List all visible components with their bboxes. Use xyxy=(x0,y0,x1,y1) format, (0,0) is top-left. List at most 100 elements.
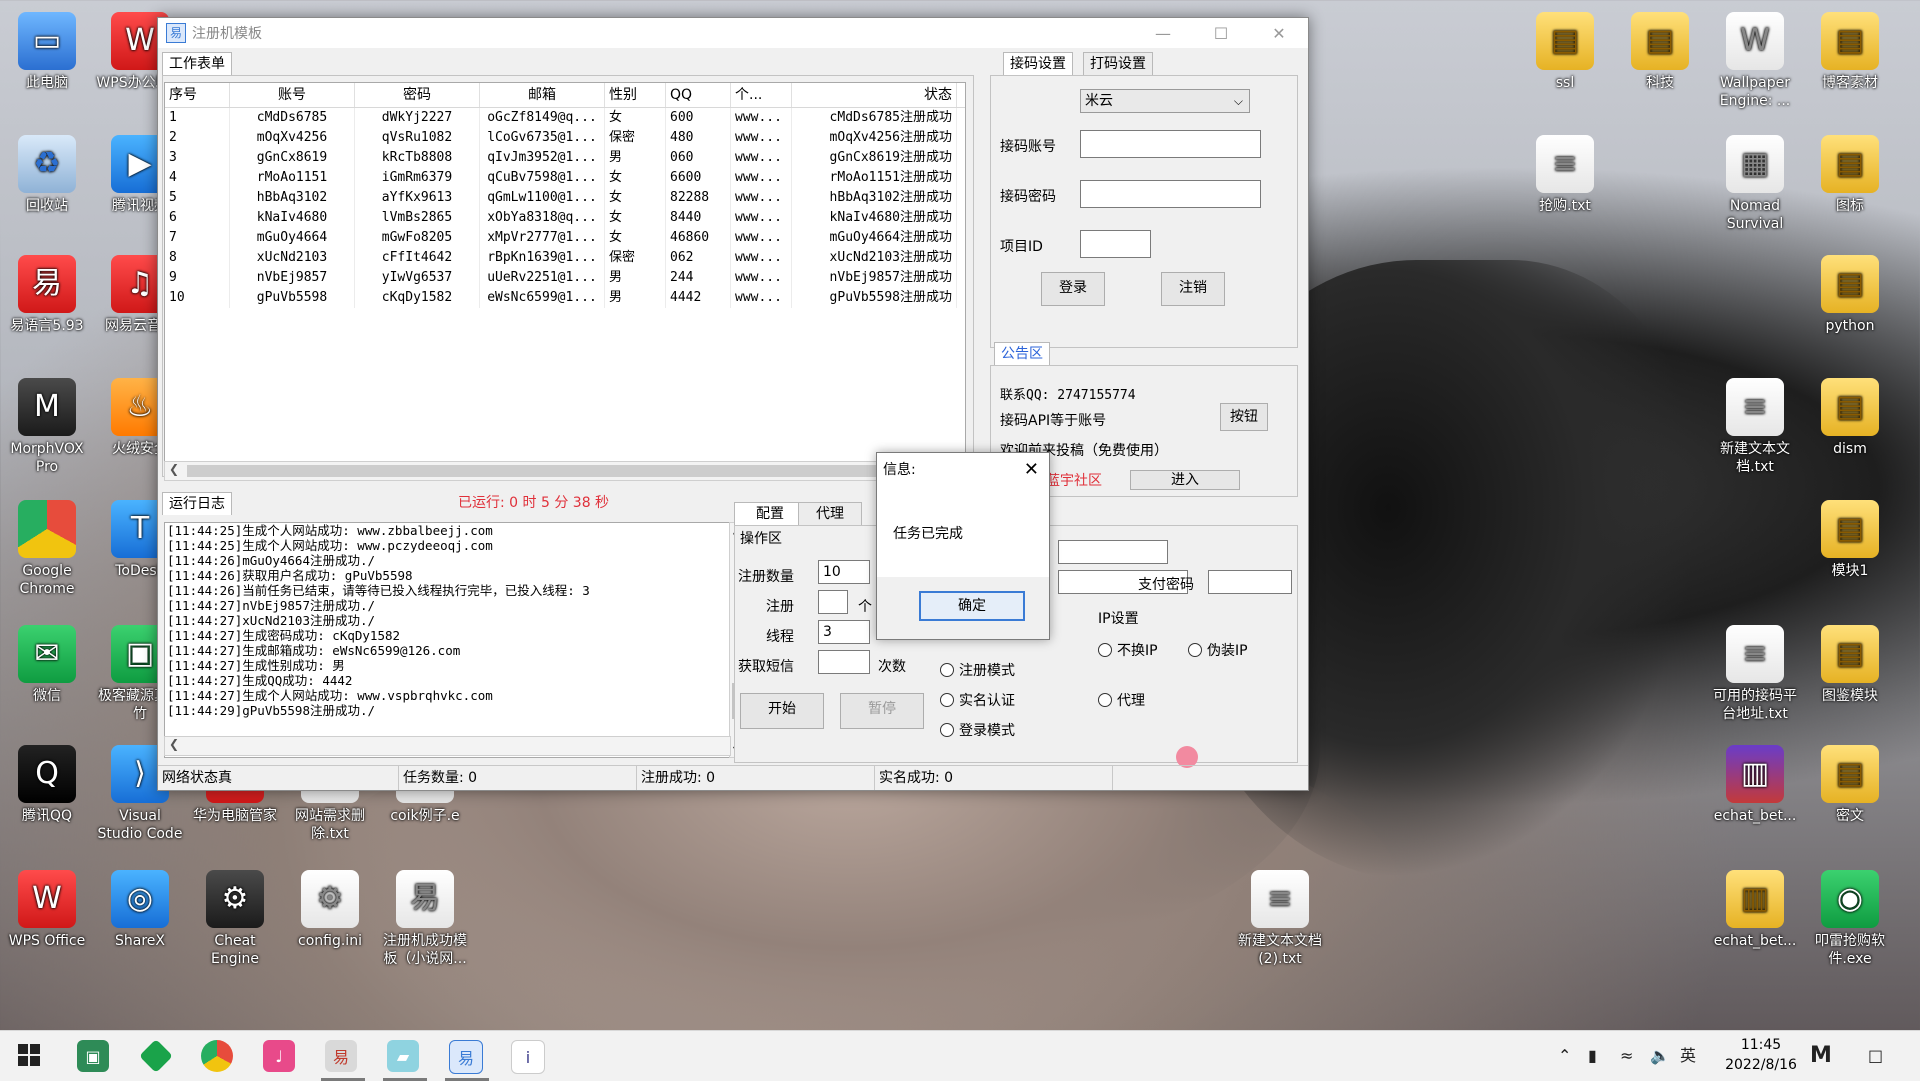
tray-wifi-icon[interactable]: ≈ xyxy=(1620,1031,1633,1081)
dialog-title-bar[interactable]: 信息: ✕ xyxy=(877,453,1049,487)
start-button[interactable]: 开始 xyxy=(740,693,824,729)
desktop-icon[interactable]: ⚙ config.ini xyxy=(285,870,375,950)
taskbar-registration-app-icon[interactable]: 易 xyxy=(449,1040,483,1074)
community-link[interactable]: 蓝宇社区 xyxy=(1046,470,1102,490)
table-row[interactable]: 3 gGnCx8619 kRcTb8808 qIvJm3952@1... 男 060 www… xyxy=(165,148,965,168)
tray-volume-icon[interactable]: 🔈 xyxy=(1650,1031,1670,1081)
logout-button[interactable]: 注销 xyxy=(1161,272,1225,306)
table-horizontal-scrollbar[interactable]: ❮ xyxy=(164,461,966,481)
desktop-icon[interactable]: ▤ 密文 xyxy=(1805,745,1895,825)
desktop-icon[interactable]: ▤ 模块1 xyxy=(1805,500,1895,580)
taskbar-chrome-icon[interactable] xyxy=(201,1040,233,1072)
desktop-icon[interactable]: ▭ 此电脑 xyxy=(2,12,92,92)
dialog-close-icon[interactable]: ✕ xyxy=(1024,453,1039,487)
desktop-icon[interactable]: 易注册机成功模板（小说网... xyxy=(380,870,470,968)
enter-button[interactable]: 进入 xyxy=(1130,470,1240,490)
table-row[interactable]: 6 kNaIv4680 lVmBs2865 xObYa8318@q... 女 8440 ww… xyxy=(165,208,965,228)
desktop-icon[interactable]: ≡ 抢购.txt xyxy=(1520,135,1610,215)
scroll-left-icon[interactable]: ❮ xyxy=(169,462,179,476)
desktop-icon[interactable]: ✉ 微信 xyxy=(2,625,92,705)
column-header[interactable]: 个... xyxy=(731,83,792,107)
config-input-1[interactable] xyxy=(1058,540,1168,564)
table-row[interactable]: 9 nVbEj9857 yIwVg6537 uUeRv2251@1... 男 244 www… xyxy=(165,268,965,288)
desktop-icon[interactable]: ⚙ Cheat Engine xyxy=(190,870,280,968)
taskbar-pink-app-icon[interactable]: ♩ xyxy=(263,1040,295,1072)
desktop-icon[interactable]: ▤ ssl xyxy=(1520,12,1610,92)
table-row[interactable]: 8 xUcNd2103 cFfIt4642 rBpKn1639@1... 保密 062 ww… xyxy=(165,248,965,268)
tray-notification-icon[interactable]: □ xyxy=(1868,1031,1883,1081)
tray-clock[interactable]: 11:45 2022/8/16 xyxy=(1716,1035,1806,1075)
table-row[interactable]: 2 mOqXv4256 qVsRu1082 lCoGv6735@1... 保密 480 ww… xyxy=(165,128,965,148)
column-header[interactable]: 状态 xyxy=(792,83,957,107)
desktop-icon[interactable]: ◎ ShareX xyxy=(95,870,185,950)
sms-fetch-input[interactable] xyxy=(818,650,870,674)
reg-input[interactable] xyxy=(818,590,848,614)
desktop-icon[interactable]: ≡ 新建文本文档.txt xyxy=(1710,378,1800,476)
project-id-input[interactable] xyxy=(1080,230,1151,258)
notice-button[interactable]: 按钮 xyxy=(1220,403,1268,431)
dialog-ok-button[interactable]: 确定 xyxy=(919,591,1025,621)
desktop-icon[interactable]: ♻ 回收站 xyxy=(2,135,92,215)
log-scroll-left-icon[interactable]: ❮ xyxy=(169,737,179,751)
radio-ip-none[interactable]: 不换IP xyxy=(1098,640,1158,660)
desktop-icon[interactable]: 易易语言5.93 xyxy=(2,255,92,335)
tray-chevron-up-icon[interactable]: ⌃ xyxy=(1558,1031,1571,1081)
sms-account-input[interactable] xyxy=(1080,130,1261,158)
run-log[interactable]: [11:44:25]生成个人网站成功: www.zbbalbeejj.com [1… xyxy=(164,522,731,758)
radio-ip-fake[interactable]: 伪装IP xyxy=(1188,640,1248,660)
tab-notice[interactable]: 公告区 xyxy=(994,342,1050,365)
maximize-button[interactable]: ☐ xyxy=(1192,18,1250,48)
desktop-icon[interactable]: ◉ 叩雷抢购软件.exe xyxy=(1805,870,1895,968)
reg-count-input[interactable]: 10 xyxy=(818,560,870,584)
desktop-icon[interactable]: W Wallpaper Engine: ... xyxy=(1710,12,1800,110)
scroll-thumb[interactable] xyxy=(187,465,887,477)
taskbar-blank-app-icon[interactable]: i xyxy=(511,1040,545,1074)
log-horizontal-scrollbar[interactable]: ❮ xyxy=(164,736,731,756)
desktop-icon[interactable]: W WPS Office xyxy=(2,870,92,950)
desktop-icon[interactable]: ▤ 图鉴模块 xyxy=(1805,625,1895,705)
tab-proxy[interactable]: 代理 xyxy=(798,502,862,525)
desktop-icon[interactable]: ▤ dism xyxy=(1805,378,1895,458)
column-header[interactable]: 账号 xyxy=(230,83,355,107)
table-row[interactable]: 1 cMdDs6785 dWkYj2227 oGcZf8149@q... 女 600 www… xyxy=(165,108,965,128)
desktop-icon[interactable]: ▤ 博客素材 xyxy=(1805,12,1895,92)
desktop-icon[interactable]: ▥ echat_bet... xyxy=(1710,870,1800,950)
table-row[interactable]: 10 gPuVb5598 cKqDy1582 eWsNc6599@1... 男 4442 w… xyxy=(165,288,965,308)
tray-ime-indicator[interactable]: 英 xyxy=(1680,1031,1696,1081)
close-button[interactable]: ✕ xyxy=(1250,18,1308,48)
tab-worksheet[interactable]: 工作表单 xyxy=(162,52,232,75)
table-row[interactable]: 7 mGuOy4664 mGwFo8205 xMpVr2777@1... 女 46860 w… xyxy=(165,228,965,248)
taskbar-e-language-icon[interactable]: 易 xyxy=(325,1040,357,1072)
column-header[interactable]: 性别 xyxy=(605,83,666,107)
threads-input[interactable]: 3 xyxy=(818,620,870,644)
platform-select[interactable]: 米云 ⌵ xyxy=(1080,89,1250,113)
tray-mi-icon[interactable]: M xyxy=(1810,1031,1832,1081)
column-header[interactable]: QQ xyxy=(666,83,731,107)
column-header[interactable]: 邮箱 xyxy=(480,83,605,107)
table-row[interactable]: 5 hBbAq3102 aYfKx9613 qGmLw1100@1... 女 82288 w… xyxy=(165,188,965,208)
desktop-icon[interactable]: ▥ echat_bet... xyxy=(1710,745,1800,825)
desktop-icon[interactable]: ▤ 图标 xyxy=(1805,135,1895,215)
radio-ip-proxy[interactable]: 代理 xyxy=(1098,690,1145,710)
column-header[interactable]: 序号 xyxy=(165,83,230,107)
start-windows-icon[interactable] xyxy=(18,1044,40,1066)
desktop-icon[interactable]: ▤ python xyxy=(1805,255,1895,335)
radio-login-mode[interactable]: 登录模式 xyxy=(940,720,1015,740)
pay-password-input[interactable] xyxy=(1208,570,1292,594)
minimize-button[interactable]: — xyxy=(1134,18,1192,48)
desktop-icon[interactable]: M MorphVOX Pro xyxy=(2,378,92,476)
tab-captcha-settings[interactable]: 打码设置 xyxy=(1083,52,1153,75)
desktop-icon[interactable]: Google Chrome xyxy=(2,500,92,598)
tray-battery-icon[interactable]: ▮ xyxy=(1588,1031,1597,1081)
desktop-icon[interactable]: ▦ Nomad Survival xyxy=(1710,135,1800,233)
title-bar[interactable]: 易 注册机模板 — ☐ ✕ xyxy=(158,18,1308,48)
desktop-icon[interactable]: ≡ 新建文本文档(2).txt xyxy=(1235,870,1325,968)
table-row[interactable]: 4 rMoAo1151 iGmRm6379 qCuBv7598@1... 女 6600 ww… xyxy=(165,168,965,188)
radio-reg-mode[interactable]: 注册模式 xyxy=(940,660,1015,680)
radio-realname-mode[interactable]: 实名认证 xyxy=(940,690,1015,710)
taskbar-eraser-icon[interactable]: ▰ xyxy=(387,1040,419,1072)
column-header[interactable]: 密码 xyxy=(355,83,480,107)
tab-sms-settings[interactable]: 接码设置 xyxy=(1003,52,1073,75)
desktop-icon[interactable]: ▤ 科技 xyxy=(1615,12,1705,92)
taskbar-app-f-icon[interactable] xyxy=(139,1039,173,1073)
